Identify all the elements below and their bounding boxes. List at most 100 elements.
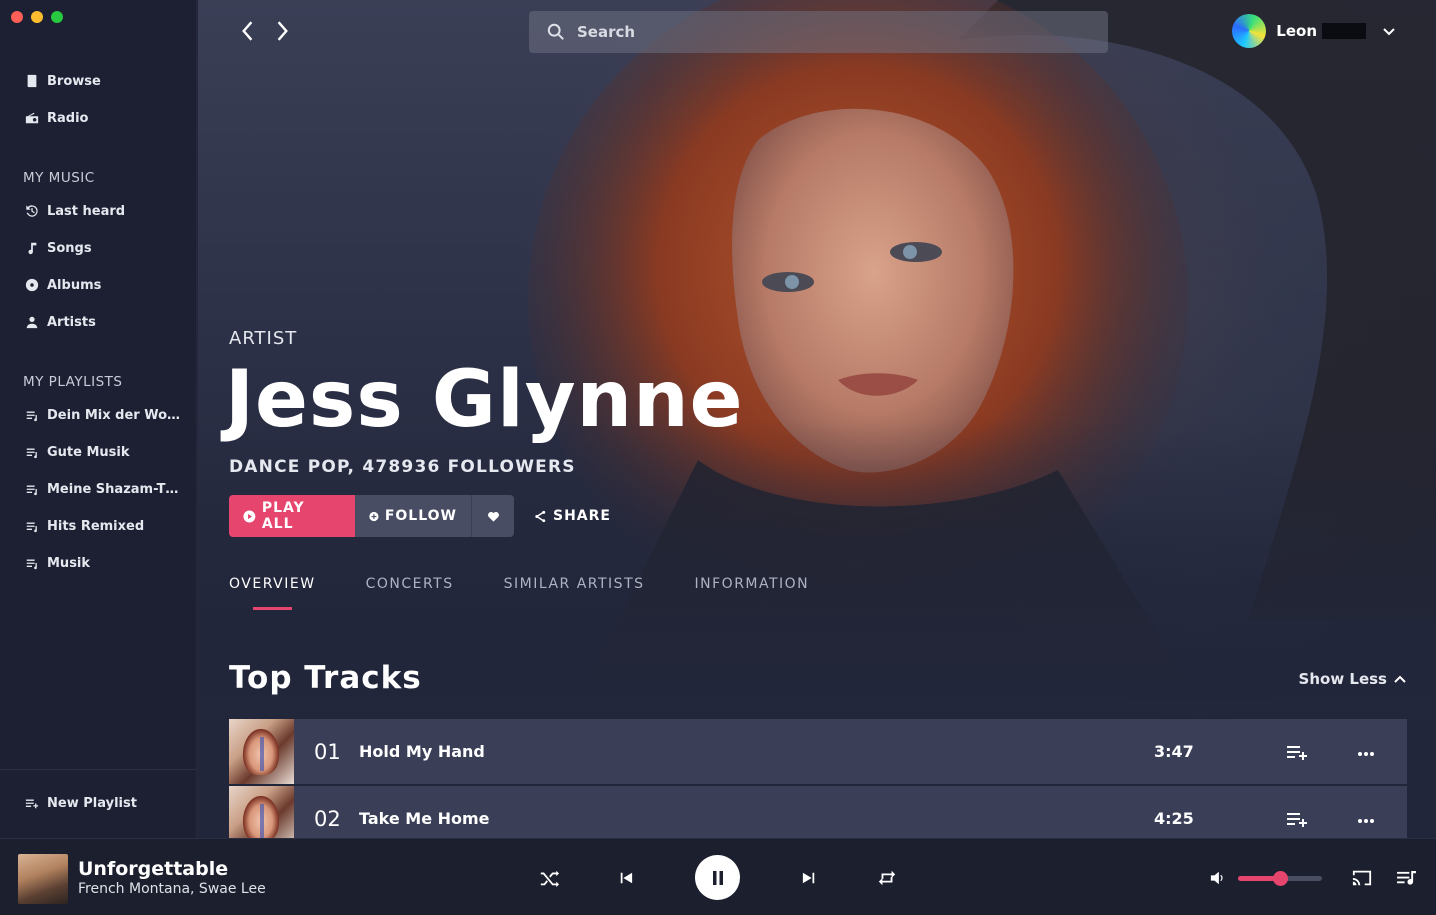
my-playlists-heading: MY PLAYLISTS [23, 374, 123, 390]
share-label: SHARE [553, 508, 611, 524]
book-icon [24, 73, 40, 89]
sidebar-item-label: Dein Mix der Wo… [47, 407, 181, 423]
sidebar-item-playlist[interactable]: Meine Shazam-T… [24, 479, 178, 499]
avatar[interactable] [1232, 14, 1267, 48]
sidebar-item-label: Browse [47, 73, 101, 89]
sidebar-item-playlist[interactable]: Hits Remixed [24, 516, 144, 536]
volume-slider[interactable] [1238, 871, 1322, 886]
playlist-icon [24, 518, 40, 534]
more-horizontal-icon [1358, 752, 1374, 756]
zoom-window-button[interactable] [51, 11, 63, 23]
sidebar-item-playlist[interactable]: Gute Musik [24, 442, 130, 462]
playlist-icon [24, 481, 40, 497]
back-button[interactable] [238, 20, 256, 46]
add-to-playlist-button[interactable] [1287, 744, 1357, 760]
previous-button[interactable] [617, 869, 635, 887]
artist-name: Jess Glynne [225, 355, 744, 445]
tab-information[interactable]: INFORMATION [695, 576, 810, 592]
add-playlist-icon [24, 795, 40, 811]
sidebar-item-radio[interactable]: Radio [24, 108, 88, 128]
sidebar-item-label: Musik [47, 555, 91, 571]
add-to-playlist-icon [1287, 745, 1307, 760]
sidebar-item-label: Radio [47, 110, 89, 126]
pause-button[interactable] [695, 855, 740, 900]
add-to-playlist-button[interactable] [1287, 811, 1357, 827]
queue-button[interactable] [1396, 869, 1416, 887]
history-icon [24, 203, 40, 219]
track-number: 01 [314, 739, 341, 764]
playlist-icon [24, 555, 40, 571]
sidebar-item-label: Songs [47, 240, 92, 256]
sidebar-item-label: Artists [47, 314, 96, 330]
cast-button[interactable] [1350, 867, 1374, 889]
shuffle-button[interactable] [538, 867, 560, 889]
artist-page: Leon ARTIST Jess Glynne DANCE POP, 47893… [198, 0, 1436, 838]
close-window-button[interactable] [11, 11, 23, 23]
my-music-heading: MY MUSIC [23, 170, 95, 186]
sidebar: Browse Radio MY MUSIC Last heard Songs A… [0, 0, 197, 838]
follow-label: FOLLOW [384, 508, 457, 524]
now-playing-title[interactable]: Unforgettable [78, 858, 228, 880]
more-horizontal-icon [1358, 819, 1374, 823]
sidebar-item-artists[interactable]: Artists [24, 312, 96, 332]
radio-icon [24, 110, 40, 126]
share-icon [535, 510, 546, 522]
track-number: 02 [314, 806, 341, 831]
now-playing-artist[interactable]: French Montana, Swae Lee [78, 881, 266, 897]
sidebar-item-browse[interactable]: Browse [24, 71, 101, 91]
more-options-button[interactable] [1357, 809, 1407, 828]
share-button[interactable]: SHARE [520, 495, 625, 537]
track-row[interactable]: 02 Take Me Home 4:25 [229, 786, 1407, 838]
skip-forward-icon [802, 872, 815, 884]
forward-button[interactable] [274, 20, 292, 46]
play-circle-icon [243, 510, 256, 522]
sidebar-item-playlist[interactable]: Musik [24, 553, 90, 573]
artist-meta: DANCE POP, 478936 FOLLOWERS [229, 457, 576, 477]
show-less-button[interactable]: Show Less [1299, 670, 1406, 688]
user-name: Leon [1276, 22, 1317, 40]
cast-icon [1352, 870, 1372, 886]
pause-icon [712, 870, 723, 885]
play-all-button[interactable]: PLAY ALL [229, 495, 355, 537]
chevron-down-icon[interactable] [1382, 22, 1396, 41]
tab-similar-artists[interactable]: SIMILAR ARTISTS [504, 576, 645, 592]
sidebar-item-playlist[interactable]: Dein Mix der Wo… [24, 405, 180, 425]
sidebar-item-label: Gute Musik [47, 444, 130, 460]
more-options-button[interactable] [1357, 742, 1407, 761]
sidebar-item-last-heard[interactable]: Last heard [24, 201, 125, 221]
repeat-button[interactable] [876, 867, 898, 889]
search-bar[interactable] [529, 11, 1108, 53]
sidebar-item-label: Last heard [47, 203, 126, 219]
now-playing-cover[interactable] [18, 854, 68, 904]
track-cover [229, 719, 294, 784]
new-playlist-button[interactable]: New Playlist [24, 793, 137, 813]
add-to-playlist-icon [1287, 812, 1307, 827]
plus-circle-icon [369, 511, 379, 521]
search-icon [547, 23, 564, 40]
search-input[interactable] [577, 23, 1057, 41]
tab-overview[interactable]: OVERVIEW [229, 576, 316, 610]
follow-button[interactable]: FOLLOW [355, 495, 471, 537]
tab-concerts[interactable]: CONCERTS [366, 576, 454, 592]
artist-kicker: ARTIST [229, 328, 298, 349]
history-navigation [238, 20, 292, 46]
sidebar-item-albums[interactable]: Albums [24, 275, 101, 295]
new-playlist-label: New Playlist [47, 795, 137, 811]
volume-button[interactable] [1209, 869, 1227, 887]
track-title: Take Me Home [359, 809, 490, 828]
minimize-window-button[interactable] [31, 11, 43, 23]
sidebar-footer [0, 769, 196, 770]
next-button[interactable] [800, 869, 818, 887]
track-duration: 3:47 [1154, 742, 1194, 761]
favorite-button[interactable] [471, 495, 514, 537]
user-menu[interactable]: Leon [1232, 14, 1396, 48]
track-cover [229, 786, 294, 838]
heart-icon [487, 511, 499, 522]
top-tracks-heading: Top Tracks [229, 660, 422, 696]
track-row[interactable]: 01 Hold My Hand 3:47 [229, 719, 1407, 784]
chevron-up-icon [1394, 675, 1406, 683]
volume-handle[interactable] [1273, 871, 1288, 886]
playlist-icon [24, 407, 40, 423]
sidebar-item-songs[interactable]: Songs [24, 238, 92, 258]
playlist-icon [24, 444, 40, 460]
